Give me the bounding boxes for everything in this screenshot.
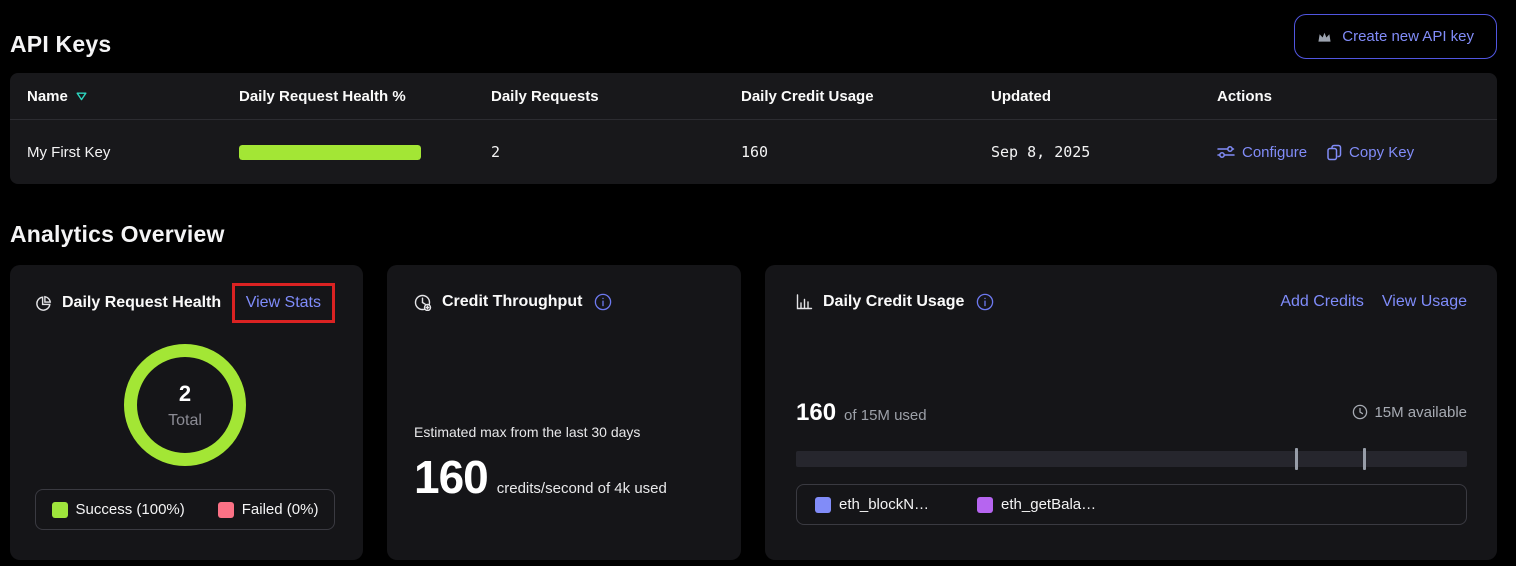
card-title-daily-request-health: Daily Request Health	[62, 294, 221, 312]
credit-usage-cell: 160	[741, 143, 991, 161]
donut-total-value: 2	[179, 381, 191, 407]
clock-icon	[1352, 404, 1368, 420]
add-credits-link[interactable]: Add Credits	[1280, 293, 1364, 311]
sort-descending-icon[interactable]	[76, 92, 87, 101]
card-title-credit-throughput: Credit Throughput	[442, 293, 582, 311]
view-usage-link[interactable]: View Usage	[1382, 293, 1467, 311]
credits-available-label: 15M available	[1374, 404, 1467, 421]
table-header-row: Name Daily Request Health % Daily Reques…	[10, 73, 1497, 119]
pie-chart-icon	[35, 295, 52, 312]
configure-link[interactable]: Configure	[1217, 144, 1307, 161]
legend-item-success: Success (100%)	[52, 501, 185, 518]
health-bar-track	[239, 145, 421, 160]
column-header-daily-requests: Daily Requests	[491, 88, 741, 105]
analytics-overview-title: Analytics Overview	[10, 221, 1497, 248]
success-swatch	[52, 502, 68, 518]
health-bar	[239, 145, 421, 160]
daily-credit-usage-card: Daily Credit Usage Add Credits View Usag…	[765, 265, 1497, 560]
legend-item-failed: Failed (0%)	[218, 501, 319, 518]
copy-icon	[1327, 144, 1342, 161]
progress-tick	[1295, 448, 1298, 470]
highlight-box: View Stats	[232, 283, 335, 323]
throughput-value: 160	[414, 450, 488, 504]
throughput-subtitle: Estimated max from the last 30 days	[414, 424, 713, 440]
legend-item-eth-blocknumber: eth_blockN…	[815, 496, 929, 513]
eth-blocknumber-swatch	[815, 497, 831, 513]
daily-requests-cell: 2	[491, 143, 741, 161]
api-keys-table: Name Daily Request Health % Daily Reques…	[10, 73, 1497, 184]
column-header-actions: Actions	[1217, 88, 1480, 105]
copy-key-link[interactable]: Copy Key	[1327, 144, 1414, 161]
credits-used-label: of 15M used	[844, 407, 927, 424]
gauge-icon	[414, 294, 432, 311]
health-legend: Success (100%) Failed (0%)	[35, 489, 335, 530]
info-icon[interactable]	[976, 293, 994, 311]
info-icon[interactable]	[594, 293, 612, 311]
daily-request-health-card: Daily Request Health View Stats 2 Total …	[10, 265, 363, 560]
donut-total-label: Total	[168, 412, 202, 430]
create-api-key-label: Create new API key	[1342, 28, 1474, 45]
eth-getbalance-swatch	[977, 497, 993, 513]
throughput-suffix: credits/second of 4k used	[497, 480, 667, 497]
credit-usage-progress-bar	[796, 451, 1467, 467]
credit-throughput-card: Credit Throughput Estimated max from the…	[387, 265, 741, 560]
column-header-updated: Updated	[991, 88, 1217, 105]
crown-icon	[1317, 30, 1332, 44]
page-title: API Keys	[10, 31, 111, 58]
view-stats-link[interactable]: View Stats	[246, 294, 321, 312]
page-content: API Keys Create new API key Name Daily R…	[0, 0, 1516, 560]
usage-legend: eth_blockN… eth_getBala…	[796, 484, 1467, 525]
actions-cell: Configure Copy Key	[1217, 144, 1480, 161]
progress-tick	[1363, 448, 1366, 470]
column-header-name[interactable]: Name	[27, 88, 239, 105]
table-row: My First Key 2 160 Sep 8, 2025 Configure	[10, 119, 1497, 184]
card-title-daily-credit-usage: Daily Credit Usage	[823, 293, 964, 311]
top-bar: API Keys Create new API key	[10, 14, 1497, 59]
credits-available: 15M available	[1352, 404, 1467, 421]
credits-used-value: 160	[796, 399, 836, 427]
column-header-health: Daily Request Health %	[239, 88, 491, 105]
column-header-credit-usage: Daily Credit Usage	[741, 88, 991, 105]
create-api-key-button[interactable]: Create new API key	[1294, 14, 1497, 59]
analytics-cards: Daily Request Health View Stats 2 Total …	[10, 265, 1497, 560]
sliders-icon	[1217, 145, 1235, 159]
bar-chart-icon	[796, 294, 813, 310]
failed-swatch	[218, 502, 234, 518]
legend-item-eth-getbalance: eth_getBala…	[977, 496, 1096, 513]
key-name-cell: My First Key	[27, 144, 239, 161]
request-health-donut: 2 Total	[124, 344, 246, 466]
health-bar-cell	[239, 145, 491, 160]
updated-cell: Sep 8, 2025	[991, 143, 1217, 161]
